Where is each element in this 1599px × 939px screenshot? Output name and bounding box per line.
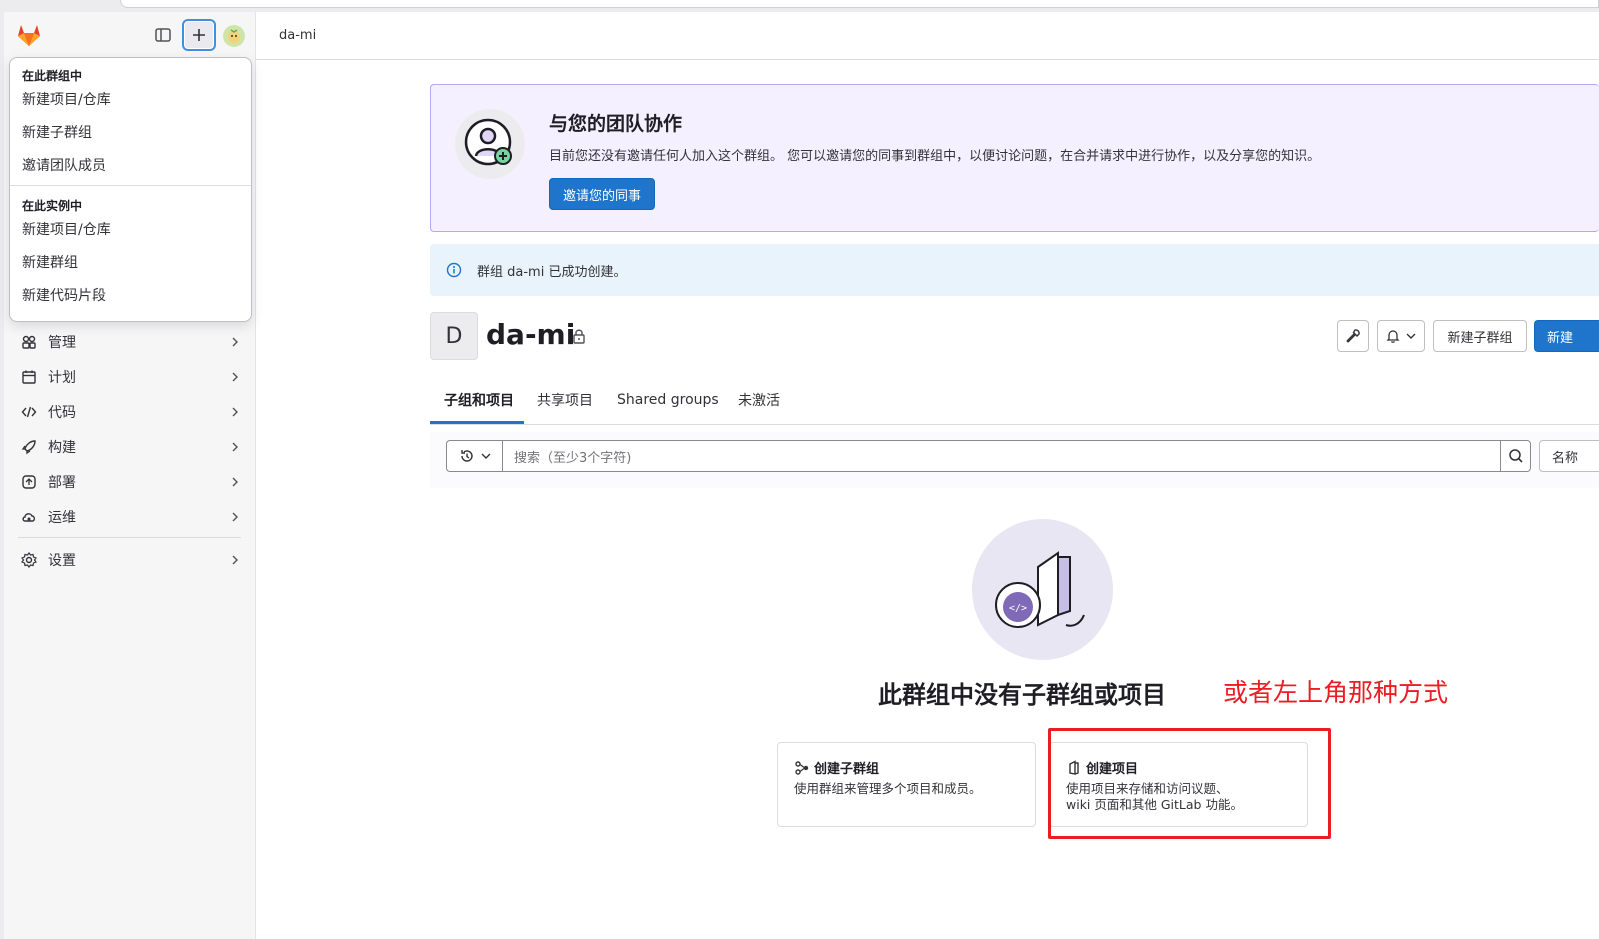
- sidebar-item-manage[interactable]: 管理: [4, 324, 255, 359]
- active-tab-indicator: [430, 421, 524, 424]
- create-subgroup-card[interactable]: 创建子群组 使用群组来管理多个项目和成员。: [777, 742, 1036, 827]
- cloud-icon: [20, 508, 38, 526]
- tab-subgroups-projects[interactable]: 子组和项目: [444, 377, 514, 423]
- code-icon: [20, 403, 38, 421]
- gitlab-logo-icon[interactable]: [16, 22, 42, 48]
- invite-colleagues-button[interactable]: 邀请您的同事: [549, 178, 656, 210]
- sidebar-header: [4, 12, 255, 60]
- sidebar-divider: [18, 537, 241, 538]
- success-alert: 群组 da-mi 已成功创建。: [430, 244, 1599, 296]
- chevron-right-icon: [232, 512, 238, 521]
- top-bar: da-mi: [256, 12, 1599, 60]
- create-new-button[interactable]: [182, 19, 216, 51]
- history-icon: [460, 450, 473, 462]
- info-icon: [446, 262, 462, 278]
- annotation-highlight-box: [1048, 728, 1331, 839]
- group-header: D da-mi 新建子群组 新建: [430, 312, 1599, 360]
- dropdown-item-new-snippet[interactable]: 新建代码片段: [10, 280, 251, 313]
- card-description: 使用群组来管理多个项目和成员。: [794, 781, 982, 796]
- search-icon: [1508, 449, 1523, 463]
- group-name: da-mi: [486, 318, 576, 351]
- notifications-dropdown[interactable]: [1377, 320, 1425, 352]
- settings-wrench-button[interactable]: [1337, 320, 1369, 352]
- chevron-right-icon: [232, 555, 238, 564]
- sidebar-item-label: 部署: [48, 474, 76, 491]
- search-button[interactable]: [1500, 440, 1531, 472]
- wrench-icon: [1346, 329, 1360, 343]
- sidebar-item-plan[interactable]: 计划: [4, 359, 255, 394]
- new-project-button[interactable]: 新建: [1534, 320, 1599, 352]
- sidebar-nav: 管理 计划 代码 构建 部署 运维 设置: [4, 324, 255, 577]
- dropdown-item-new-project[interactable]: 新建项目/仓库: [10, 84, 251, 117]
- new-subgroup-button[interactable]: 新建子群组: [1433, 320, 1527, 352]
- dropdown-item-new-subgroup[interactable]: 新建子群组: [10, 117, 251, 150]
- sidebar-item-build[interactable]: 构建: [4, 429, 255, 464]
- dropdown-divider: [10, 185, 251, 186]
- rocket-icon: [20, 438, 38, 456]
- sidebar-item-label: 管理: [48, 334, 76, 351]
- subgroup-icon: [795, 760, 809, 775]
- search-history-dropdown[interactable]: [446, 440, 503, 472]
- dropdown-section-heading: 在此实例中: [22, 199, 83, 213]
- chevron-right-icon: [232, 372, 238, 381]
- sidebar-toggle-icon[interactable]: [154, 26, 172, 44]
- annotation-text: 或者左上角那种方式: [1223, 678, 1449, 707]
- chevron-right-icon: [232, 407, 238, 416]
- deploy-icon: [20, 473, 38, 491]
- main-content: da-mi 与您的团队协作 目前您还没有邀请任何人加入这个群组。 您可以邀请您的…: [256, 12, 1599, 939]
- tab-shared-groups[interactable]: Shared groups: [617, 377, 719, 423]
- sidebar-item-code[interactable]: 代码: [4, 394, 255, 429]
- plus-icon: [193, 29, 205, 41]
- project-illustration-icon: </>: [995, 551, 1085, 628]
- chevron-right-icon: [232, 477, 238, 486]
- invite-description: 目前您还没有邀请任何人加入这个群组。 您可以邀请您的同事到群组中，以便讨论问题，…: [549, 149, 1321, 164]
- card-title: 创建子群组: [794, 758, 1019, 777]
- create-new-dropdown: 在此群组中 新建项目/仓库 新建子群组 邀请团队成员 在此实例中 新建项目/仓库…: [9, 57, 252, 322]
- avatar-face-icon: [228, 29, 240, 43]
- sort-dropdown[interactable]: 名称: [1539, 440, 1599, 472]
- tab-shared-projects[interactable]: 共享项目: [537, 377, 593, 423]
- group-tabs: 子组和项目 共享项目 Shared groups 未激活: [430, 377, 1599, 425]
- sidebar-item-deploy[interactable]: 部署: [4, 464, 255, 499]
- bell-icon: [1386, 330, 1400, 343]
- chevron-right-icon: [232, 337, 238, 346]
- filter-bar: 搜索（至少3个字符) 名称: [430, 432, 1599, 488]
- user-add-icon: [464, 118, 512, 166]
- breadcrumb[interactable]: da-mi: [279, 28, 316, 43]
- chevron-down-icon: [481, 453, 490, 459]
- invite-title: 与您的团队协作: [549, 113, 683, 135]
- card-title-text: 创建子群组: [814, 762, 880, 777]
- sidebar-item-operate[interactable]: 运维: [4, 499, 255, 534]
- sidebar-item-settings[interactable]: 设置: [4, 542, 255, 577]
- dropdown-item-invite-members[interactable]: 邀请团队成员: [10, 150, 251, 183]
- sidebar-item-label: 计划: [48, 369, 76, 386]
- calendar-icon: [20, 368, 38, 386]
- empty-state-title: 此群组中没有子群组或项目: [878, 681, 1166, 709]
- svg-text:</>: </>: [1009, 603, 1027, 614]
- invite-banner: 与您的团队协作 目前您还没有邀请任何人加入这个群组。 您可以邀请您的同事到群组中…: [430, 84, 1599, 232]
- chevron-down-icon: [1406, 333, 1416, 339]
- chevron-right-icon: [232, 442, 238, 451]
- browser-tab-edge: [120, 0, 1599, 8]
- gear-icon: [20, 551, 38, 569]
- alert-text: 群组 da-mi 已成功创建。: [477, 264, 627, 280]
- sidebar-item-label: 代码: [48, 404, 76, 421]
- users-icon: [20, 333, 38, 351]
- browser-strip: [0, 0, 1599, 12]
- user-avatar[interactable]: [223, 25, 245, 47]
- sidebar-item-label: 设置: [48, 552, 76, 569]
- sidebar-item-label: 构建: [48, 439, 76, 456]
- dropdown-section-heading: 在此群组中: [22, 69, 83, 83]
- empty-state-illustration: </>: [972, 519, 1113, 660]
- invite-illustration: [455, 109, 525, 179]
- dropdown-item-new-group[interactable]: 新建群组: [10, 247, 251, 280]
- dropdown-item-new-project-instance[interactable]: 新建项目/仓库: [10, 214, 251, 247]
- sidebar-item-label: 运维: [48, 509, 76, 526]
- group-avatar: D: [430, 312, 478, 360]
- search-input[interactable]: 搜索（至少3个字符): [502, 440, 1501, 472]
- tab-inactive[interactable]: 未激活: [738, 377, 780, 423]
- lock-icon: [573, 329, 585, 344]
